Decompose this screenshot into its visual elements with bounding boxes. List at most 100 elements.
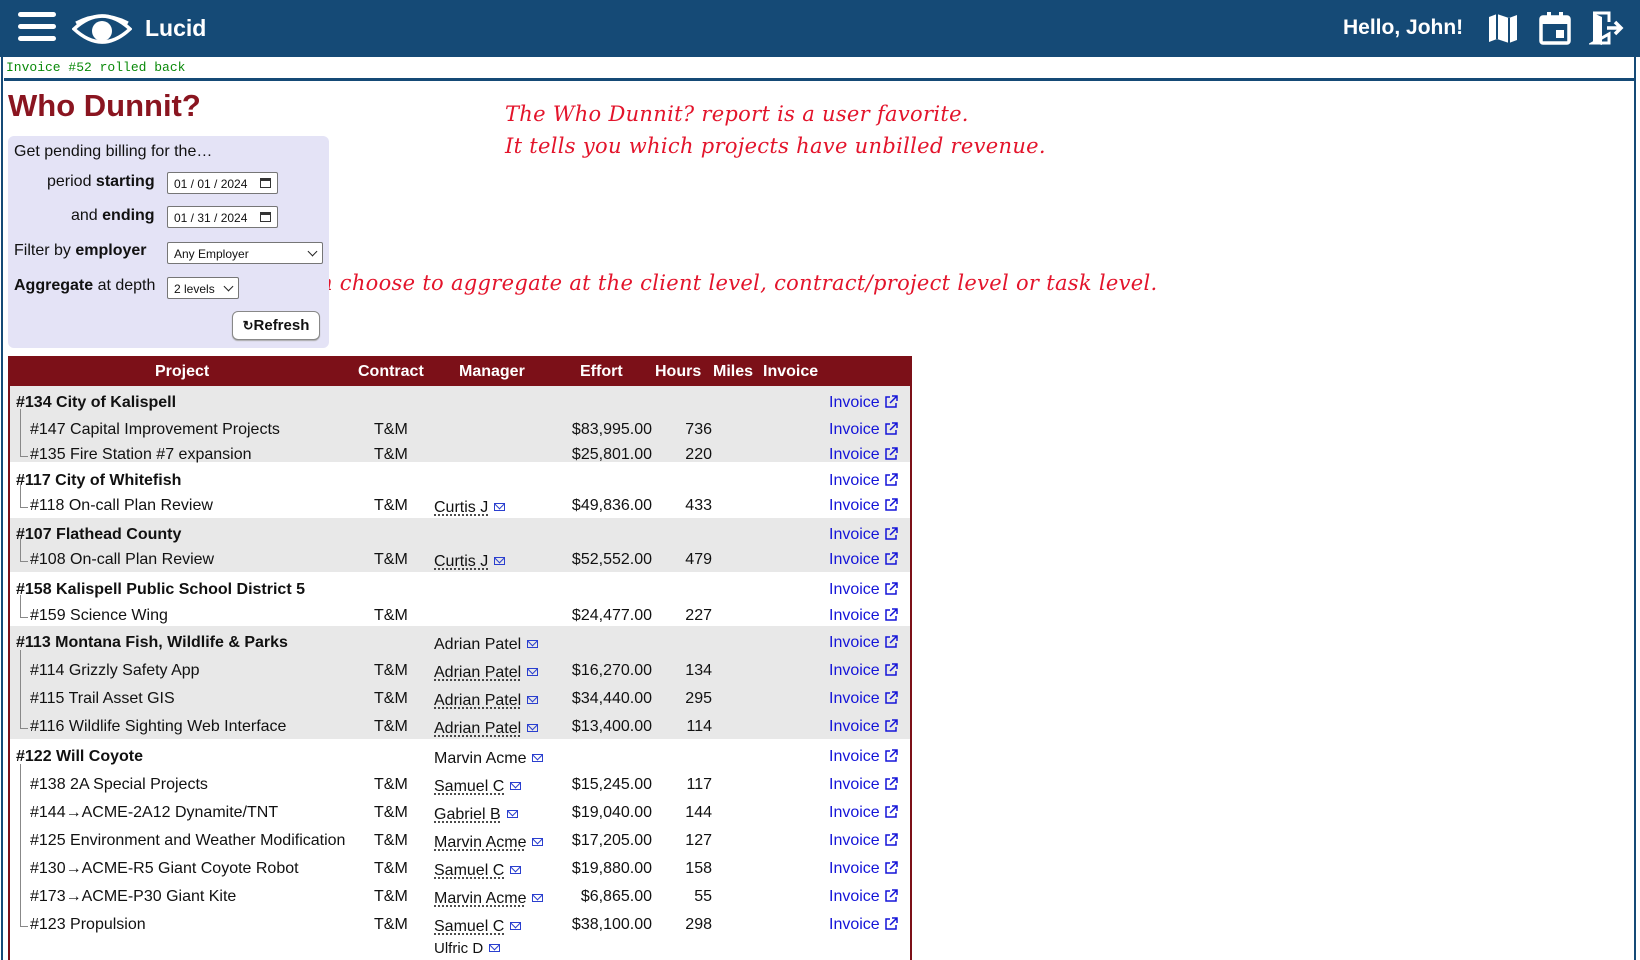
invoice-link[interactable]: Invoice <box>829 634 899 652</box>
hamburger-menu-icon[interactable] <box>18 12 56 46</box>
frame-border-left <box>1 57 3 960</box>
invoice-link[interactable]: Invoice <box>829 832 899 850</box>
external-link-icon <box>884 473 898 486</box>
invoice-link[interactable]: Invoice <box>829 394 899 412</box>
manager-name[interactable]: Gabriel B <box>434 806 518 824</box>
project-name: #115 Trail Asset GIS <box>30 690 175 707</box>
top-bar: Lucid Hello, John! <box>0 0 1640 57</box>
invoice-link[interactable]: Invoice <box>829 776 899 794</box>
invoice-link[interactable]: Invoice <box>829 446 899 464</box>
invoice-link[interactable]: Invoice <box>829 690 899 708</box>
invoice-link[interactable]: Invoice <box>829 497 899 515</box>
filter-intro: Get pending billing for the… <box>14 143 213 160</box>
contract-type: T&M <box>374 446 408 463</box>
external-link-icon <box>884 552 898 565</box>
invoice-link[interactable]: Invoice <box>829 421 899 439</box>
app-brand: Lucid <box>145 15 207 41</box>
calendar-icon[interactable] <box>260 212 271 222</box>
mail-icon[interactable] <box>527 640 539 648</box>
manager-name[interactable]: Samuel C <box>434 778 522 796</box>
period-start-date-input[interactable]: 01 / 01 / 2024 <box>167 172 278 194</box>
invoice-link[interactable]: Invoice <box>829 860 899 878</box>
hours-value: 220 <box>685 446 712 463</box>
manager-name[interactable]: Adrian Patel <box>434 720 539 738</box>
mail-icon[interactable] <box>510 782 522 790</box>
manager-name[interactable]: Adrian Patel <box>434 692 539 710</box>
mail-icon[interactable] <box>527 668 539 676</box>
project-name: #107 Flathead County <box>16 526 182 543</box>
effort-amount: $49,836.00 <box>571 497 652 514</box>
invoice-link[interactable]: Invoice <box>829 607 899 625</box>
frame-border-right <box>1634 57 1636 960</box>
manager-name[interactable]: Marvin Acme <box>434 890 544 908</box>
mail-icon[interactable] <box>527 696 539 704</box>
hours-value: 736 <box>685 421 712 438</box>
header-hours: Hours <box>655 363 702 380</box>
invoice-link[interactable]: Invoice <box>829 526 899 544</box>
tree-connector <box>20 678 28 706</box>
mail-icon[interactable] <box>510 866 522 874</box>
project-name: #114 Grizzly Safety App <box>30 662 200 679</box>
invoice-link[interactable]: Invoice <box>829 551 899 569</box>
contract-type: T&M <box>374 718 408 735</box>
hours-value: 55 <box>694 888 712 905</box>
depth-select[interactable]: 2 levels <box>167 277 239 299</box>
mail-icon[interactable] <box>494 503 506 511</box>
tree-connector <box>20 876 28 904</box>
mail-icon[interactable] <box>494 557 506 565</box>
manager-name[interactable]: Samuel C <box>434 862 522 880</box>
project-name: #158 Kalispell Public School District 5 <box>16 581 305 598</box>
refresh-button[interactable]: ↻Refresh <box>232 311 320 340</box>
invoice-link[interactable]: Invoice <box>829 916 899 934</box>
employer-select[interactable]: Any Employer <box>167 242 323 264</box>
external-link-icon <box>884 777 898 790</box>
manager-name: Marvin Acme <box>434 750 544 768</box>
mail-icon[interactable] <box>510 922 522 930</box>
mail-icon[interactable] <box>527 724 539 732</box>
tree-connector <box>20 539 28 562</box>
mail-icon[interactable] <box>532 838 544 846</box>
invoice-link[interactable]: Invoice <box>829 888 899 906</box>
page-title: Who Dunnit? <box>8 88 201 123</box>
invoice-link[interactable]: Invoice <box>829 662 899 680</box>
manager-name[interactable]: Curtis J <box>434 499 506 517</box>
external-link-icon <box>884 527 898 540</box>
mail-icon[interactable] <box>532 754 544 762</box>
invoice-link[interactable]: Invoice <box>829 581 899 599</box>
logout-icon[interactable] <box>1589 10 1625 46</box>
project-name: #117 City of Whitefish <box>16 472 182 489</box>
invoice-link[interactable]: Invoice <box>829 804 899 822</box>
mail-icon[interactable] <box>532 894 544 902</box>
invoice-link[interactable]: Invoice <box>829 472 899 490</box>
project-name: #118 On-call Plan Review <box>30 497 213 514</box>
calendar-icon[interactable] <box>260 178 271 188</box>
tree-connector <box>20 706 28 729</box>
hours-value: 295 <box>685 690 712 707</box>
external-link-icon <box>884 447 898 460</box>
period-end-date-input[interactable]: 01 / 31 / 2024 <box>167 206 278 228</box>
project-name: #130→ACME-R5 Giant Coyote Robot <box>30 860 299 877</box>
hours-value: 479 <box>685 551 712 568</box>
aggregate-depth-label: Aggregate at depth <box>14 277 156 294</box>
contract-type: T&M <box>374 607 408 624</box>
mail-icon[interactable] <box>489 944 501 952</box>
manager-name[interactable]: Marvin Acme <box>434 834 544 852</box>
user-greeting: Hello, John! <box>1343 16 1464 39</box>
invoice-link[interactable]: Invoice <box>829 748 899 766</box>
chevron-down-icon <box>223 281 234 292</box>
calendar-icon[interactable] <box>1537 10 1573 46</box>
mail-icon[interactable] <box>506 810 518 818</box>
effort-amount: $16,270.00 <box>571 662 652 679</box>
contract-type: T&M <box>374 551 408 568</box>
invoice-link[interactable]: Invoice <box>829 718 899 736</box>
manager-name[interactable]: Samuel C <box>434 918 522 936</box>
manager-name[interactable]: Adrian Patel <box>434 664 539 682</box>
contract-type: T&M <box>374 832 408 849</box>
tree-connector <box>20 820 28 848</box>
manager-name[interactable]: Curtis J <box>434 553 506 571</box>
contract-type: T&M <box>374 916 408 933</box>
project-name: #144→ACME-2A12 Dynamite/TNT <box>30 804 279 821</box>
tree-connector <box>20 848 28 876</box>
map-icon[interactable] <box>1485 10 1521 46</box>
manager-name: Adrian Patel <box>434 636 539 654</box>
